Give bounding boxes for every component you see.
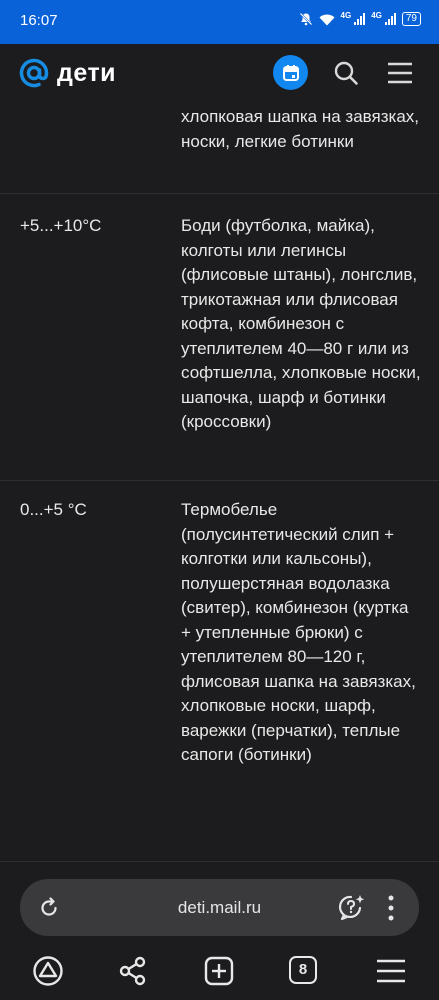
alice-assistant-icon[interactable] xyxy=(32,955,64,987)
site-logo[interactable]: дети xyxy=(19,58,116,88)
signal-icon-1 xyxy=(354,13,366,25)
search-icon[interactable] xyxy=(333,60,359,86)
hamburger-menu-icon[interactable] xyxy=(375,955,407,987)
clothing-cell: хлопковая шапка на завязках, носки, легк… xyxy=(181,107,420,151)
calendar-button[interactable] xyxy=(273,55,308,90)
logo-text: дети xyxy=(57,58,117,87)
mail-at-logo-icon xyxy=(19,58,49,88)
clothing-cell: Термобелье (полусинтетический слип + кол… xyxy=(181,500,416,764)
table-row: 0...+5 °C Термобелье (полусинтетический … xyxy=(0,481,439,862)
clothing-cell: Боди (футболка, майка), колготы или леги… xyxy=(181,216,421,431)
status-icons: 4G 4G 79 xyxy=(299,10,421,26)
network-type-2: 4G xyxy=(371,10,382,20)
article-content: хлопковая шапка на завязках, носки, легк… xyxy=(0,102,439,862)
temperature-cell: +5...+10°C xyxy=(20,216,102,235)
more-options-icon[interactable] xyxy=(388,895,394,921)
table-row: +5...+10°C Боди (футболка, майка), колго… xyxy=(0,194,439,481)
calendar-icon xyxy=(282,64,299,81)
status-time: 16:07 xyxy=(20,12,58,29)
battery-icon: 79 xyxy=(401,12,421,26)
address-bar[interactable]: deti.mail.ru xyxy=(20,879,419,936)
signal-icon-2 xyxy=(384,13,396,25)
menu-icon[interactable] xyxy=(387,62,413,84)
network-type-1: 4G xyxy=(340,10,352,20)
tabs-counter-button[interactable]: 8 xyxy=(289,956,317,984)
wifi-icon xyxy=(319,14,335,25)
ai-assistant-icon[interactable] xyxy=(338,893,366,921)
bottom-navigation: 8 xyxy=(0,940,439,1000)
status-bar: 16:07 4G 4G 79 xyxy=(0,0,439,44)
mute-bell-icon xyxy=(299,12,312,26)
temperature-cell: 0...+5 °C xyxy=(20,500,87,519)
new-tab-icon[interactable] xyxy=(203,955,235,987)
site-header: дети xyxy=(0,44,439,102)
share-icon[interactable] xyxy=(117,955,149,987)
table-row: хлопковая шапка на завязках, носки, легк… xyxy=(0,102,439,194)
